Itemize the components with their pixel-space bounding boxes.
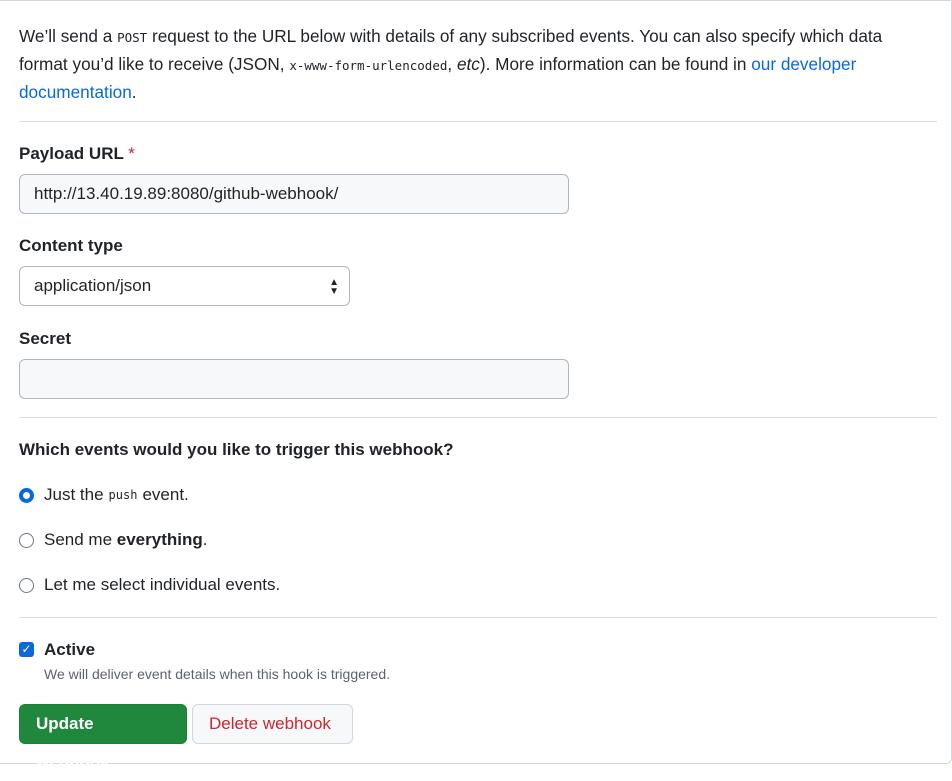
content-type-value: application/json [34, 276, 152, 295]
payload-url-label-text: Payload URL [19, 144, 124, 163]
post-code: POST [117, 30, 148, 45]
active-label: Active [44, 640, 96, 659]
option-text: Send me [44, 530, 117, 549]
webhook-form-panel: We’ll send a POST request to the URL bel… [0, 0, 952, 771]
content-type-select[interactable]: application/json ▲ ▼ [19, 266, 350, 306]
option-text: . [202, 530, 208, 549]
intro-text: We’ll send a POST request to the URL bel… [19, 23, 919, 105]
intro-text-part: , [447, 54, 457, 74]
required-mark: * [128, 144, 135, 163]
option-text: Let me select individual events. [44, 575, 281, 594]
event-option-everything[interactable]: Send me everything. [19, 530, 207, 550]
secret-label: Secret [19, 329, 71, 348]
intro-text-part: We’ll send a [19, 26, 118, 46]
payload-url-label: Payload URL * [19, 144, 135, 164]
radio-checked-icon[interactable] [19, 487, 34, 503]
format-code: x-www-form-urlencoded [289, 58, 448, 73]
option-text: Just the [44, 485, 104, 504]
active-checkbox[interactable]: ✓ [19, 642, 34, 657]
radio-unchecked-icon[interactable] [19, 577, 34, 593]
active-description: We will deliver event details when this … [44, 666, 391, 682]
event-option-select[interactable]: Let me select individual events. [19, 575, 280, 595]
select-arrows-icon: ▲ ▼ [329, 277, 339, 297]
delete-webhook-button[interactable]: Delete webhook [192, 704, 353, 744]
update-webhook-button[interactable]: Update webhook [19, 704, 187, 771]
option-text: event. [142, 485, 189, 504]
secret-input[interactable] [19, 359, 569, 399]
push-code: push [108, 488, 138, 502]
divider [19, 617, 937, 618]
option-text-bold: everything [116, 530, 203, 549]
divider [19, 121, 937, 122]
intro-text-part: . [131, 82, 137, 102]
radio-unchecked-icon[interactable] [19, 532, 34, 548]
etc-text: etc [456, 54, 480, 74]
intro-text-part: ). More information can be found in [479, 54, 752, 74]
content-type-label: Content type [19, 236, 123, 255]
event-option-push[interactable]: Just the push event. [19, 485, 189, 505]
payload-url-input[interactable]: http://13.40.19.89:8080/github-webhook/ [19, 174, 569, 214]
events-question: Which events would you like to trigger t… [19, 440, 454, 459]
divider [19, 417, 937, 418]
